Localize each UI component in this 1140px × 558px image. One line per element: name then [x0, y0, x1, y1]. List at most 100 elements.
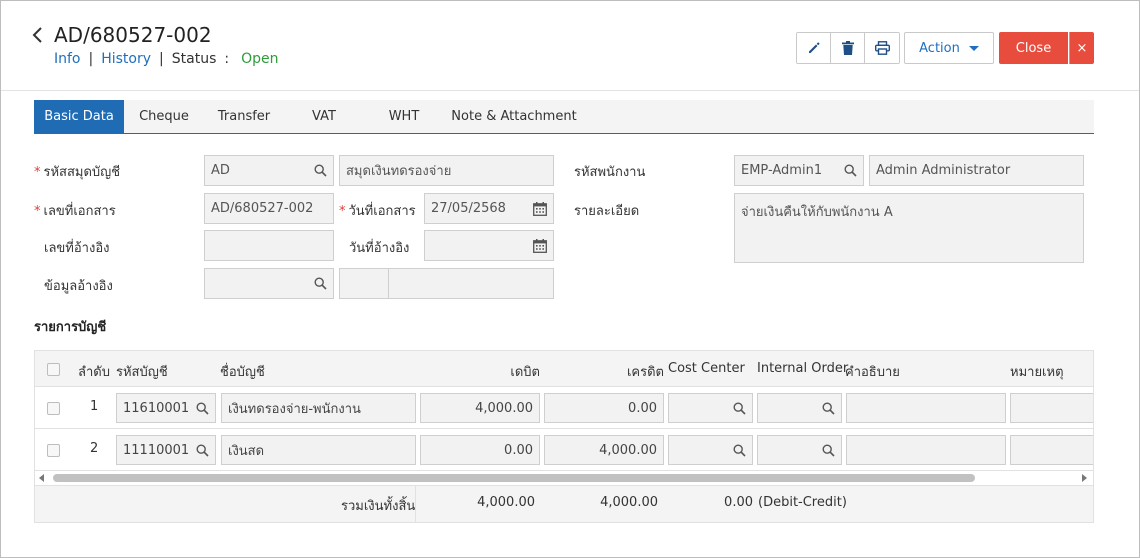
tab-cheque[interactable]: Cheque [124, 100, 204, 133]
journal-code-label: * รหัสสมุดบัญชี [34, 165, 121, 180]
tab-wht[interactable]: WHT [364, 100, 444, 133]
tab-note-attachment[interactable]: Note & Attachment [444, 100, 584, 133]
ref-date-field[interactable] [424, 230, 554, 261]
trash-icon [841, 41, 854, 55]
sub-navigation: Info | History | Status: Open [54, 51, 279, 67]
remark-cell[interactable] [1010, 435, 1093, 465]
search-icon[interactable] [196, 444, 209, 457]
required-mark: * [339, 204, 346, 219]
table-row: 2 11110001 เงินสด 0.00 4,000.00 [35, 429, 1093, 471]
search-icon[interactable] [314, 277, 327, 290]
ref-date-label: วันที่อ้างอิง [349, 241, 410, 256]
row-checkbox[interactable] [47, 444, 60, 457]
horizontal-scrollbar[interactable] [35, 471, 1093, 485]
scroll-left-arrow-icon[interactable] [39, 474, 44, 482]
printer-icon [874, 41, 890, 55]
table-header: ลำดับ รหัสบัญชี ชื่อบัญชี เดบิต เครดิต C… [35, 351, 1093, 387]
remark-cell[interactable] [1010, 393, 1093, 423]
required-mark: * [34, 204, 41, 219]
description-cell[interactable] [846, 393, 1006, 423]
ref-info-field[interactable] [204, 268, 334, 299]
internal-order-cell[interactable] [757, 435, 842, 465]
description-label: รายละเอียด [574, 204, 640, 219]
pencil-icon [808, 42, 820, 53]
debit-cell[interactable]: 4,000.00 [420, 393, 540, 423]
header-divider [1, 90, 1139, 91]
col-seq: ลำดับ [78, 365, 110, 380]
row-checkbox[interactable] [47, 402, 60, 415]
tab-vat[interactable]: VAT [284, 100, 364, 133]
search-icon[interactable] [733, 444, 746, 457]
doc-no-field[interactable]: AD/680527-002 [204, 193, 334, 224]
total-difference-note: (Debit-Credit) [758, 495, 847, 510]
page-title: AD/680527-002 [54, 23, 212, 47]
toolbar-group [796, 32, 900, 64]
status-colon: : [224, 51, 230, 67]
close-x-button[interactable]: × [1069, 32, 1094, 64]
total-row: รวมเงินทั้งสิ้น 4,000.00 4,000.00 0.00 (… [35, 485, 1093, 522]
scrollbar-thumb[interactable] [53, 474, 975, 482]
row-seq: 2 [90, 441, 99, 456]
info-link[interactable]: Info [54, 51, 81, 67]
tab-basic-data[interactable]: Basic Data [34, 100, 124, 133]
ref-no-label: เลขที่อ้างอิง [44, 241, 110, 256]
action-label: Action [919, 40, 960, 56]
col-remark: หมายเหตุ [1010, 365, 1064, 380]
entries-table: ลำดับ รหัสบัญชี ชื่อบัญชี เดบิต เครดิต C… [34, 350, 1094, 523]
account-code-cell[interactable]: 11610001 [116, 393, 216, 423]
cost-center-cell[interactable] [668, 393, 753, 423]
credit-cell[interactable]: 4,000.00 [544, 435, 664, 465]
credit-cell[interactable]: 0.00 [544, 393, 664, 423]
search-icon[interactable] [844, 164, 857, 177]
caret-down-icon [968, 45, 979, 51]
col-account-name: ชื่อบัญชี [220, 365, 265, 380]
description-cell[interactable] [846, 435, 1006, 465]
col-credit: เครดิต [626, 365, 664, 380]
history-link[interactable]: History [101, 51, 151, 67]
journal-code-field[interactable]: AD [204, 155, 334, 186]
print-button[interactable] [865, 33, 899, 63]
search-icon[interactable] [196, 402, 209, 415]
internal-order-cell[interactable] [757, 393, 842, 423]
description-textarea[interactable]: จ่ายเงินคืนให้กับพนักงาน A [734, 193, 1084, 263]
ref-info-name-field [388, 268, 554, 299]
col-description: คำอธิบาย [845, 365, 900, 380]
tab-transfer[interactable]: Transfer [204, 100, 284, 133]
entries-section-title: รายการบัญชี [34, 320, 107, 335]
scroll-right-arrow-icon[interactable] [1082, 474, 1087, 482]
account-code-cell[interactable]: 11110001 [116, 435, 216, 465]
status-label: Status [171, 51, 217, 67]
ref-info-code-field [339, 268, 389, 299]
search-icon[interactable] [733, 402, 746, 415]
row-seq: 1 [90, 399, 99, 414]
employee-code-field[interactable]: EMP-Admin1 [734, 155, 864, 186]
back-chevron-icon[interactable] [31, 26, 45, 44]
calendar-icon[interactable] [533, 239, 547, 253]
ref-info-label: ข้อมูลอ้างอิง [44, 279, 113, 294]
edit-button[interactable] [797, 33, 831, 63]
required-mark: * [34, 165, 41, 180]
ref-no-field[interactable] [204, 230, 334, 261]
action-dropdown-button[interactable]: Action [904, 32, 994, 64]
col-cost-center: Cost Center [668, 361, 745, 376]
account-name-cell: เงินสด [221, 435, 416, 465]
total-debit: 4,000.00 [477, 495, 535, 510]
cost-center-cell[interactable] [668, 435, 753, 465]
doc-no-label: * เลขที่เอกสาร [34, 204, 116, 219]
close-button[interactable]: Close [999, 32, 1068, 64]
debit-cell[interactable]: 0.00 [420, 435, 540, 465]
doc-date-label: * วันที่เอกสาร [339, 204, 416, 219]
doc-date-field[interactable]: 27/05/2568 [424, 193, 554, 224]
calendar-icon[interactable] [533, 202, 547, 216]
separator: | [159, 51, 164, 67]
total-divider [415, 486, 416, 522]
search-icon[interactable] [822, 402, 835, 415]
search-icon[interactable] [314, 164, 327, 177]
delete-button[interactable] [831, 33, 865, 63]
journal-name-field: สมุดเงินทดรองจ่าย [339, 155, 554, 186]
status-value: Open [241, 51, 279, 67]
employee-name-field: Admin Administrator [869, 155, 1084, 186]
search-icon[interactable] [822, 444, 835, 457]
total-credit: 4,000.00 [600, 495, 658, 510]
select-all-checkbox[interactable] [47, 363, 60, 376]
